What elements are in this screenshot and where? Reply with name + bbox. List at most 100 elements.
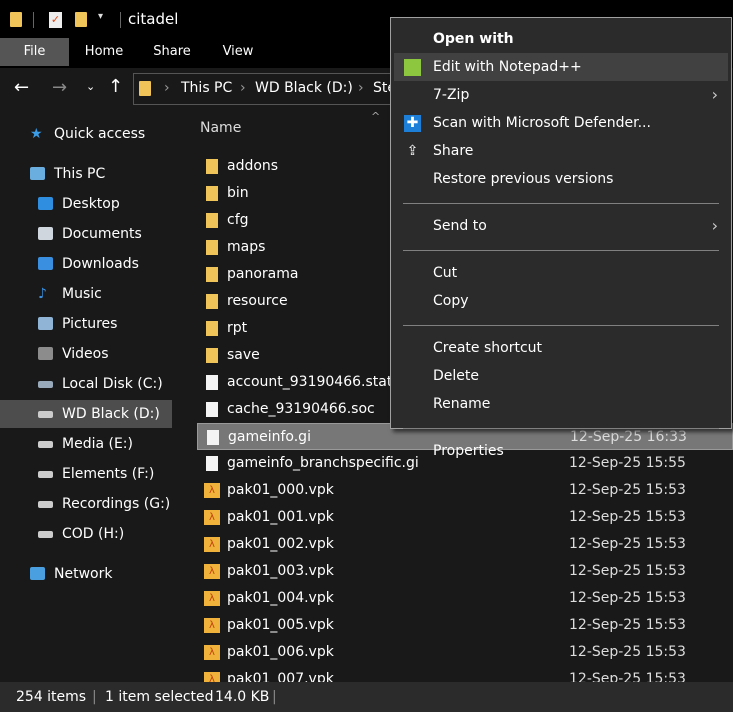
computer-icon [30, 167, 45, 180]
nav-item-network[interactable]: Network [0, 560, 172, 588]
properties-quick-icon[interactable]: ✓ [49, 12, 62, 28]
file-icon [206, 375, 218, 390]
downloads-icon [38, 257, 53, 270]
file-name: account_93190466.stats [227, 374, 400, 390]
menu-item-scan-with-microsoft-defender[interactable]: Scan with Microsoft Defender... ✚ [394, 109, 728, 137]
nav-item-pictures[interactable]: Pictures [0, 310, 172, 338]
file-row[interactable]: λ pak01_003.vpk 12-Sep-25 15:53 [197, 558, 733, 585]
nav-item-media-e[interactable]: Media (E:) [0, 430, 172, 458]
address-bar[interactable]: › This PC › WD Black (D:) › Ste [133, 73, 396, 105]
file-name: panorama [227, 266, 299, 282]
file-name: pak01_002.vpk [227, 536, 334, 552]
menu-item-7-zip[interactable]: 7-Zip › [394, 81, 728, 109]
folder-icon [206, 348, 218, 363]
music-icon: ♪ [38, 286, 47, 302]
menu-item-label: Rename [433, 396, 491, 412]
sort-up-icon: ^ [371, 110, 381, 123]
nav-item-label: Quick access [54, 126, 146, 142]
nav-item-label: WD Black (D:) [62, 406, 160, 422]
nav-item-label: Pictures [62, 316, 118, 332]
menu-item-restore-previous-versions[interactable]: Restore previous versions [394, 165, 728, 193]
menu-item-label: Create shortcut [433, 340, 543, 356]
drive-icon [38, 471, 53, 478]
nav-item-documents[interactable]: Documents [0, 220, 172, 248]
tab-share[interactable]: Share [146, 38, 198, 66]
submenu-chevron-icon: › [711, 216, 718, 235]
file-row[interactable]: λ pak01_004.vpk 12-Sep-25 15:53 [197, 585, 733, 612]
menu-item-send-to[interactable]: Send to › [394, 212, 728, 240]
menu-item-create-shortcut[interactable]: Create shortcut [394, 334, 728, 362]
file-name: bin [227, 185, 249, 201]
nav-item-wd-black-d[interactable]: WD Black (D:) [0, 400, 172, 428]
navigation-pane: ★ Quick access This PC Desktop Documents Down… [0, 110, 176, 682]
menu-item-properties[interactable]: Properties [394, 437, 728, 465]
file-row[interactable]: λ pak01_001.vpk 12-Sep-25 15:53 [197, 504, 733, 531]
folder-icon [206, 294, 218, 309]
menu-item-label: Send to [433, 218, 487, 234]
file-row[interactable]: λ pak01_005.vpk 12-Sep-25 15:53 [197, 612, 733, 639]
menu-item-cut[interactable]: Cut [394, 259, 728, 287]
file-name: pak01_000.vpk [227, 482, 334, 498]
file-row[interactable]: λ pak01_006.vpk 12-Sep-25 15:53 [197, 639, 733, 666]
nav-item-recordings-g[interactable]: Recordings (G:) [0, 490, 172, 518]
nav-item-downloads[interactable]: Downloads [0, 250, 172, 278]
file-row[interactable]: λ pak01_002.vpk 12-Sep-25 15:53 [197, 531, 733, 558]
file-date-modified: 12-Sep-25 15:53 [569, 536, 686, 552]
file-date-modified: 12-Sep-25 15:53 [569, 482, 686, 498]
nav-item-music[interactable]: ♪ Music [0, 280, 172, 308]
drive-icon [38, 411, 53, 418]
back-arrow-icon[interactable]: ← [14, 77, 29, 98]
tab-home[interactable]: Home [76, 38, 132, 66]
file-name: gameinfo_branchspecific.gi [227, 455, 419, 471]
forward-arrow-icon[interactable]: → [52, 77, 67, 98]
nav-item-cod-h[interactable]: COD (H:) [0, 520, 172, 548]
folder-icon [206, 213, 218, 228]
tab-view[interactable]: View [214, 38, 262, 66]
nav-item-label: Documents [62, 226, 142, 242]
folder-icon [10, 12, 22, 27]
nav-item-label: COD (H:) [62, 526, 125, 542]
customize-toolbar-icon[interactable]: ▾ [98, 11, 103, 22]
menu-item-label: Edit with Notepad++ [433, 59, 582, 75]
up-arrow-icon[interactable]: ↑ [108, 76, 123, 97]
file-name: resource [227, 293, 288, 309]
nav-item-this-pc[interactable]: This PC [0, 160, 172, 188]
file-name: maps [227, 239, 266, 255]
vpk-file-icon: λ [204, 645, 220, 660]
file-date-modified: 12-Sep-25 15:53 [569, 563, 686, 579]
nav-item-videos[interactable]: Videos [0, 340, 172, 368]
menu-item-share[interactable]: Share ⇪ [394, 137, 728, 165]
menu-item-copy[interactable]: Copy [394, 287, 728, 315]
nav-item-quick-access[interactable]: ★ Quick access [0, 120, 172, 148]
selection-size: 14.0 KB [215, 689, 270, 705]
nav-item-desktop[interactable]: Desktop [0, 190, 172, 218]
breadcrumb-this-pc[interactable]: This PC [181, 80, 232, 96]
new-folder-quick-icon[interactable] [75, 12, 87, 27]
recent-chevron-icon[interactable]: ⌄ [86, 80, 95, 93]
nav-item-local-disk-c[interactable]: Local Disk (C:) [0, 370, 172, 398]
menu-item-label: Share [433, 143, 474, 159]
context-menu: Open with Edit with Notepad++ 7-Zip › Scan w… [390, 17, 732, 459]
file-name: pak01_004.vpk [227, 590, 334, 606]
drive-icon [38, 441, 53, 448]
item-count: 254 items [16, 689, 87, 705]
menu-item-rename[interactable]: Rename [394, 390, 728, 418]
menu-item-delete[interactable]: Delete [394, 362, 728, 390]
selection-count: 1 item selected [105, 689, 214, 705]
nav-item-label: Network [54, 566, 113, 582]
folder-icon [206, 186, 218, 201]
file-row[interactable]: λ pak01_000.vpk 12-Sep-25 15:53 [197, 477, 733, 504]
menu-item-edit-with-notepad[interactable]: Edit with Notepad++ [394, 53, 728, 81]
menu-separator [403, 325, 719, 326]
file-name: pak01_006.vpk [227, 644, 334, 660]
folder-icon [139, 81, 151, 96]
window-title: citadel [128, 10, 179, 28]
menu-item-label: Delete [433, 368, 479, 384]
nav-item-elements-f[interactable]: Elements (F:) [0, 460, 172, 488]
tab-file[interactable]: File [0, 38, 69, 66]
column-header-name[interactable]: Name [200, 120, 241, 136]
menu-separator [403, 428, 719, 429]
folder-icon [206, 321, 218, 336]
file-name: addons [227, 158, 279, 174]
breadcrumb-wd-black[interactable]: WD Black (D:) [255, 80, 353, 96]
